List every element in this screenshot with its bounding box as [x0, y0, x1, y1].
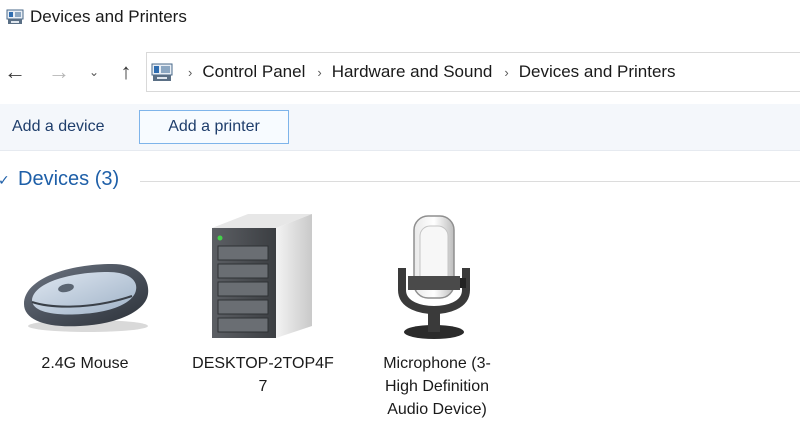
computer-tower-icon: [212, 214, 312, 338]
group-divider: [140, 181, 800, 182]
breadcrumb-hardware-and-sound[interactable]: Hardware and Sound: [332, 62, 493, 82]
arrow-left-icon: ←: [4, 59, 26, 84]
device-item-desktop[interactable]: DESKTOP-2TOP4F 7: [188, 206, 338, 426]
address-bar[interactable]: › Control Panel › Hardware and Sound › D…: [146, 52, 800, 92]
device-label: DESKTOP-2TOP4F 7: [192, 355, 334, 395]
breadcrumb-control-panel[interactable]: Control Panel: [202, 62, 305, 82]
collapse-chevron-icon[interactable]: ✓: [0, 172, 10, 189]
microphone-icon: [398, 215, 470, 339]
device-label: 2.4G Mouse: [41, 355, 129, 372]
arrow-right-icon: →: [48, 59, 70, 84]
recent-locations-button[interactable]: ⌄: [84, 58, 104, 86]
group-title: Devices (3): [18, 168, 120, 190]
device-item-microphone[interactable]: Microphone (3- High Definition Audio Dev…: [362, 206, 512, 426]
breadcrumb-separator-icon[interactable]: ›: [317, 65, 321, 80]
command-bar: Add a device Add a printer: [0, 104, 800, 151]
device-item-mouse[interactable]: 2.4G Mouse: [10, 206, 160, 426]
devices-and-printers-icon: [151, 63, 173, 81]
devices-group-header[interactable]: ✓ Devices (3): [0, 164, 800, 198]
breadcrumb-devices-and-printers[interactable]: Devices and Printers: [519, 62, 676, 82]
navigation-bar: ← → ⌄ ↑ › Control Panel › Hardware and S…: [0, 50, 800, 94]
add-printer-button[interactable]: Add a printer: [139, 110, 289, 144]
forward-button[interactable]: →: [46, 58, 72, 86]
mouse-icon: [24, 264, 149, 332]
device-label: Microphone (3- High Definition Audio Dev…: [383, 355, 491, 418]
breadcrumb-separator-icon: ›: [188, 64, 193, 80]
arrow-up-icon: ↑: [120, 59, 132, 84]
title-bar: Devices and Printers: [0, 0, 800, 36]
back-button[interactable]: ←: [2, 58, 28, 86]
window-title: Devices and Printers: [30, 7, 187, 26]
devices-and-printers-icon: [6, 9, 24, 24]
chevron-down-icon: ⌄: [88, 65, 100, 79]
up-button[interactable]: ↑: [113, 58, 139, 86]
add-device-button[interactable]: Add a device: [0, 110, 117, 144]
breadcrumb-separator-icon[interactable]: ›: [504, 65, 508, 80]
devices-and-printers-window: Devices and Printers ← → ⌄ ↑ › Control P…: [0, 0, 800, 433]
